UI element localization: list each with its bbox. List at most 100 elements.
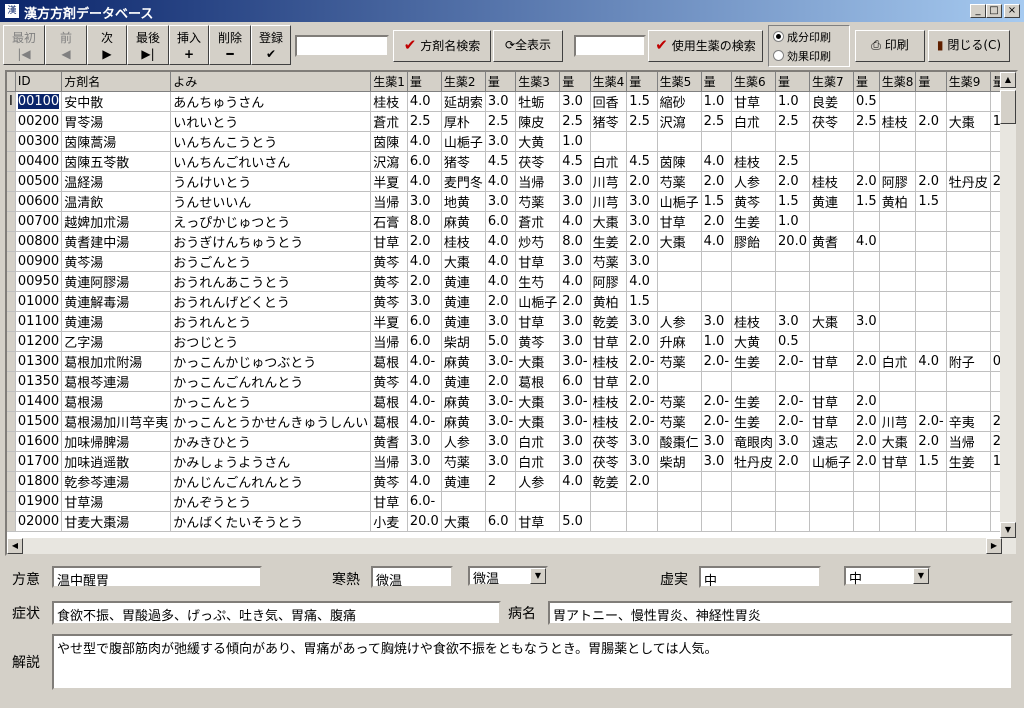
table-cell[interactable]: 黄芩	[515, 331, 561, 352]
table-row[interactable]: 01500 葛根湯加川芎辛夷 かっこんとうかせんきゅうしんい 葛根 4.0- 麻黄 3.0-…	[7, 411, 1016, 432]
table-cell[interactable]: 大棗	[946, 111, 991, 132]
table-cell[interactable]: 乾姜	[590, 471, 628, 492]
row-selector[interactable]	[7, 351, 16, 372]
table-cell[interactable]: かみきひとう	[170, 431, 372, 452]
table-cell[interactable]: 2.0	[853, 171, 880, 192]
table-cell[interactable]: 4.0	[407, 371, 442, 392]
table-cell[interactable]: 桂枝	[809, 171, 855, 192]
table-cell[interactable]: 3.0	[485, 131, 517, 152]
table-cell[interactable]: 当帰	[370, 451, 408, 472]
table-cell[interactable]	[915, 131, 947, 152]
table-cell[interactable]: 桂枝	[590, 411, 628, 432]
table-cell[interactable]	[626, 131, 658, 152]
chevron-down-icon[interactable]: ▼	[913, 568, 929, 584]
table-cell[interactable]: 葛根	[370, 411, 408, 432]
table-cell[interactable]	[946, 211, 991, 232]
table-cell[interactable]: 芍薬	[515, 191, 561, 212]
table-cell[interactable]: 01200	[15, 331, 63, 352]
table-cell[interactable]: 葛根	[370, 391, 408, 412]
table-cell[interactable]: 阿膠	[590, 271, 628, 292]
table-cell[interactable]: 2.5	[559, 111, 591, 132]
table-cell[interactable]	[701, 491, 733, 512]
table-cell[interactable]: 黄耆	[809, 231, 855, 252]
next-record-button[interactable]: 次 ▶	[87, 25, 127, 65]
chevron-down-icon[interactable]: ▼	[530, 568, 546, 584]
table-cell[interactable]: 山梔子	[515, 291, 561, 312]
table-cell[interactable]: 3.0	[407, 291, 442, 312]
table-cell[interactable]	[441, 491, 486, 512]
table-cell[interactable]	[775, 291, 810, 312]
table-cell[interactable]	[590, 511, 628, 532]
show-all-button[interactable]: ⟳全表示	[493, 30, 563, 62]
table-cell[interactable]: 2.5	[853, 111, 880, 132]
table-row[interactable]: 00600 温清飲 うんせいいん 当帰 3.0 地黄 3.0 芍薬 3.0 川芎 3.0 山梔子 1.5…	[7, 191, 1016, 212]
column-header[interactable]: 量	[853, 72, 880, 92]
table-cell[interactable]: 葛根湯	[61, 391, 172, 412]
table-cell[interactable]	[590, 491, 628, 512]
table-cell[interactable]: 阿膠	[879, 171, 917, 192]
table-cell[interactable]: 01100	[15, 311, 63, 332]
table-row[interactable]: 01300 葛根加朮附湯 かっこんかじゅつぶとう 葛根 4.0- 麻黄 3.0- 大棗 3.0-…	[7, 351, 1016, 372]
row-selector[interactable]	[7, 491, 16, 512]
table-cell[interactable]: 2.0	[853, 351, 880, 372]
table-cell[interactable]: 生姜	[590, 231, 628, 252]
row-selector[interactable]	[7, 411, 16, 432]
column-header[interactable]: ID	[15, 72, 63, 92]
table-cell[interactable]	[879, 291, 917, 312]
table-cell[interactable]: おうれんげどくとう	[170, 291, 372, 312]
table-cell[interactable]: 回香	[590, 91, 628, 112]
table-cell[interactable]: 2.0	[559, 291, 591, 312]
table-cell[interactable]: 20.0	[407, 511, 442, 532]
row-selector[interactable]	[7, 271, 16, 292]
table-cell[interactable]: 白朮	[515, 451, 561, 472]
table-cell[interactable]: 辛夷	[946, 411, 991, 432]
table-cell[interactable]: 4.0	[485, 251, 517, 272]
table-cell[interactable]	[657, 511, 702, 532]
table-cell[interactable]: いんちんごれいさん	[170, 151, 372, 172]
table-cell[interactable]	[915, 291, 947, 312]
table-row[interactable]: 00700 越婢加朮湯 えっぴかじゅつとう 石膏 8.0 麻黄 6.0 蒼朮 4.0 大棗 3.0 甘…	[7, 211, 1016, 232]
row-selector[interactable]	[7, 211, 16, 232]
table-cell[interactable]: 1.0	[775, 211, 810, 232]
table-cell[interactable]: 甘草	[809, 351, 855, 372]
table-row[interactable]: 01400 葛根湯 かっこんとう 葛根 4.0- 麻黄 3.0- 大棗 3.0- 桂枝 2.0- 芍薬…	[7, 391, 1016, 412]
table-cell[interactable]: 桂枝	[731, 151, 777, 172]
table-cell[interactable]: 黄柏	[879, 191, 917, 212]
table-cell[interactable]: 人参	[731, 171, 777, 192]
table-cell[interactable]: 3.0	[485, 311, 517, 332]
table-cell[interactable]	[775, 131, 810, 152]
table-cell[interactable]	[731, 291, 777, 312]
table-cell[interactable]	[946, 91, 991, 112]
table-cell[interactable]	[853, 211, 880, 232]
close-window-button[interactable]: ×	[1004, 4, 1020, 18]
description-field[interactable]: やせ型で腹部筋肉が弛緩する傾向があり、胃痛があって胸焼けや食欲不振をともなうとき…	[52, 634, 1013, 690]
table-cell[interactable]: 0.5	[853, 91, 880, 112]
table-cell[interactable]	[946, 271, 991, 292]
table-cell[interactable]: 2.5	[485, 111, 517, 132]
column-header[interactable]: 生薬5	[657, 72, 702, 92]
table-cell[interactable]: 00800	[15, 231, 63, 252]
table-cell[interactable]: 黄連阿膠湯	[61, 271, 172, 292]
column-header[interactable]: 量	[485, 72, 517, 92]
table-cell[interactable]: 大黄	[731, 331, 777, 352]
table-cell[interactable]: 2.5	[626, 111, 658, 132]
table-cell[interactable]: 3.0	[626, 311, 658, 332]
table-cell[interactable]: 2.0	[626, 231, 658, 252]
table-cell[interactable]: 2.0	[853, 451, 880, 472]
table-cell[interactable]	[626, 511, 658, 532]
table-cell[interactable]: 01800	[15, 471, 63, 492]
table-cell[interactable]: 1.0	[775, 91, 810, 112]
table-cell[interactable]	[915, 491, 947, 512]
table-cell[interactable]: いんちんこうとう	[170, 131, 372, 152]
table-cell[interactable]: 2.0-	[775, 391, 810, 412]
table-cell[interactable]	[809, 331, 855, 352]
table-cell[interactable]: 2.0	[853, 411, 880, 432]
table-cell[interactable]: 越婢加朮湯	[61, 211, 172, 232]
register-button[interactable]: 登録 ✔	[251, 25, 291, 65]
table-cell[interactable]: 桂枝	[879, 111, 917, 132]
table-cell[interactable]: 麦門冬	[441, 171, 486, 192]
table-cell[interactable]: 2	[485, 471, 517, 492]
table-cell[interactable]: 6.0	[407, 311, 442, 332]
table-cell[interactable]: 甘草	[809, 391, 855, 412]
table-cell[interactable]: 2.0	[626, 471, 658, 492]
